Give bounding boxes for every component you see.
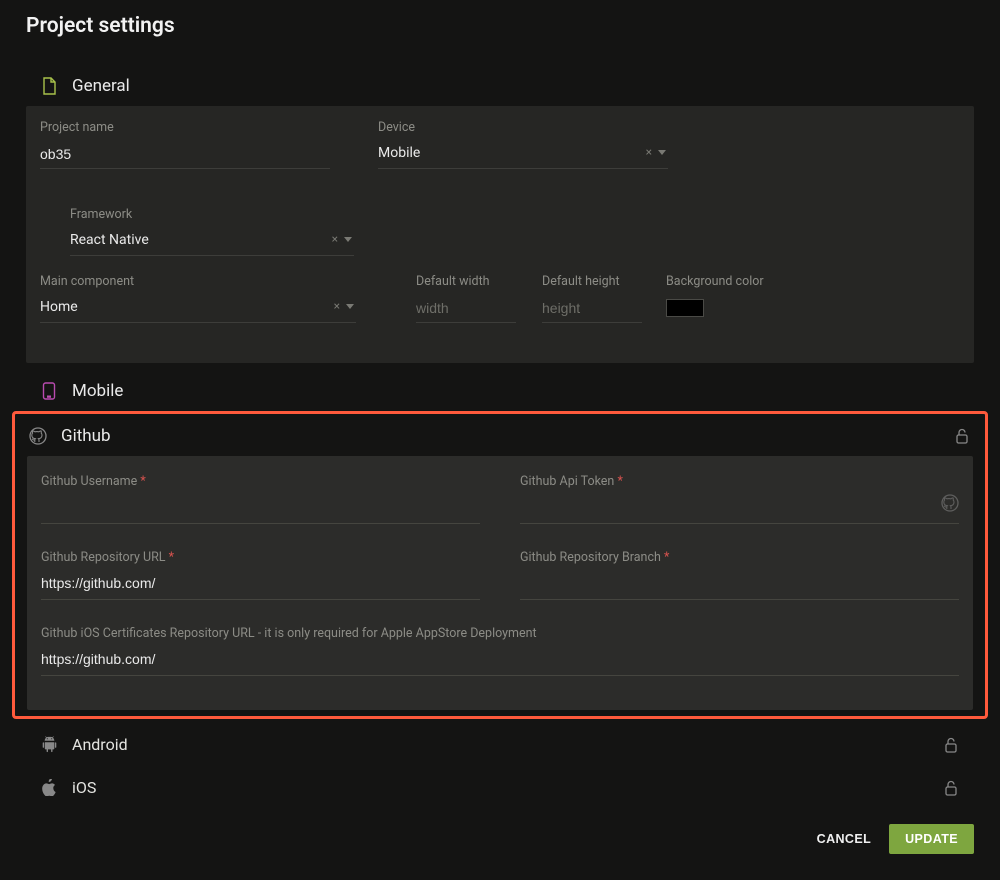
github-repo-url-label: Github Repository URL * [41, 550, 480, 565]
default-width-input[interactable] [416, 295, 516, 323]
github-branch-label: Github Repository Branch * [520, 550, 959, 565]
section-title-ios: iOS [72, 778, 96, 797]
framework-label: Framework [70, 207, 354, 222]
chevron-down-icon[interactable] [344, 237, 352, 242]
mobile-icon [40, 382, 58, 400]
section-header-github[interactable]: Github [27, 416, 973, 456]
footer-actions: CANCEL UPDATE [817, 824, 974, 854]
github-repo-url-field: Github Repository URL * [41, 550, 480, 600]
chevron-down-icon[interactable] [658, 150, 666, 155]
default-width-field: Default width [416, 274, 516, 323]
framework-select[interactable]: React Native [70, 228, 354, 256]
github-username-field: Github Username * [41, 474, 480, 524]
github-branch-input[interactable] [520, 571, 959, 600]
document-icon [40, 77, 58, 95]
device-select[interactable]: Mobile [378, 141, 668, 169]
update-button[interactable]: UPDATE [889, 824, 974, 854]
project-name-label: Project name [40, 120, 330, 135]
github-username-label: Github Username * [41, 474, 480, 489]
section-title-mobile: Mobile [72, 381, 123, 401]
device-clear-icon[interactable]: × [646, 145, 652, 159]
github-token-label: Github Api Token * [520, 474, 959, 489]
page-title: Project settings [26, 14, 974, 38]
default-width-label: Default width [416, 274, 516, 289]
github-repo-url-input[interactable] [41, 571, 480, 600]
main-component-select[interactable]: Home [40, 295, 356, 323]
lock-icon [942, 736, 960, 754]
lock-icon [953, 427, 971, 445]
section-header-ios[interactable]: iOS [26, 766, 974, 809]
project-name-input[interactable] [40, 141, 330, 169]
github-ios-cert-field: Github iOS Certificates Repository URL -… [41, 626, 959, 676]
github-token-input[interactable] [520, 495, 959, 524]
github-panel: Github Username * Github Api Token * [27, 456, 973, 710]
section-title-general: General [72, 76, 130, 96]
section-title-android: Android [72, 735, 128, 754]
section-header-mobile[interactable]: Mobile [26, 371, 974, 411]
cancel-button[interactable]: CANCEL [817, 832, 871, 846]
apple-icon [40, 779, 58, 797]
android-icon [40, 736, 58, 754]
device-field: Device Mobile × [378, 120, 668, 169]
background-color-swatch[interactable] [666, 299, 704, 317]
background-color-field: Background color [666, 274, 816, 323]
project-name-field: Project name [40, 120, 330, 169]
section-header-general: General [26, 66, 974, 106]
default-height-label: Default height [542, 274, 642, 289]
section-title-github: Github [61, 426, 111, 446]
general-panel: Project name Device Mobile × Framework R… [26, 106, 974, 363]
background-color-label: Background color [666, 274, 816, 289]
github-highlight: Github Github Username * Github Api Toke… [12, 411, 988, 719]
github-username-input[interactable] [41, 495, 480, 524]
main-component-label: Main component [40, 274, 356, 289]
github-ios-cert-input[interactable] [41, 647, 959, 676]
github-ios-cert-label: Github iOS Certificates Repository URL -… [41, 626, 959, 641]
section-header-android[interactable]: Android [26, 723, 974, 766]
main-component-clear-icon[interactable]: × [334, 299, 340, 313]
device-label: Device [378, 120, 668, 135]
default-height-input[interactable] [542, 295, 642, 323]
default-height-field: Default height [542, 274, 642, 323]
github-token-icon[interactable] [941, 494, 959, 512]
framework-field: Framework React Native × [70, 207, 354, 256]
lock-icon [942, 779, 960, 797]
main-component-field: Main component Home × [40, 274, 356, 323]
github-token-field: Github Api Token * [520, 474, 959, 524]
github-icon [29, 427, 47, 445]
github-branch-field: Github Repository Branch * [520, 550, 959, 600]
chevron-down-icon[interactable] [346, 304, 354, 309]
framework-clear-icon[interactable]: × [332, 232, 338, 246]
